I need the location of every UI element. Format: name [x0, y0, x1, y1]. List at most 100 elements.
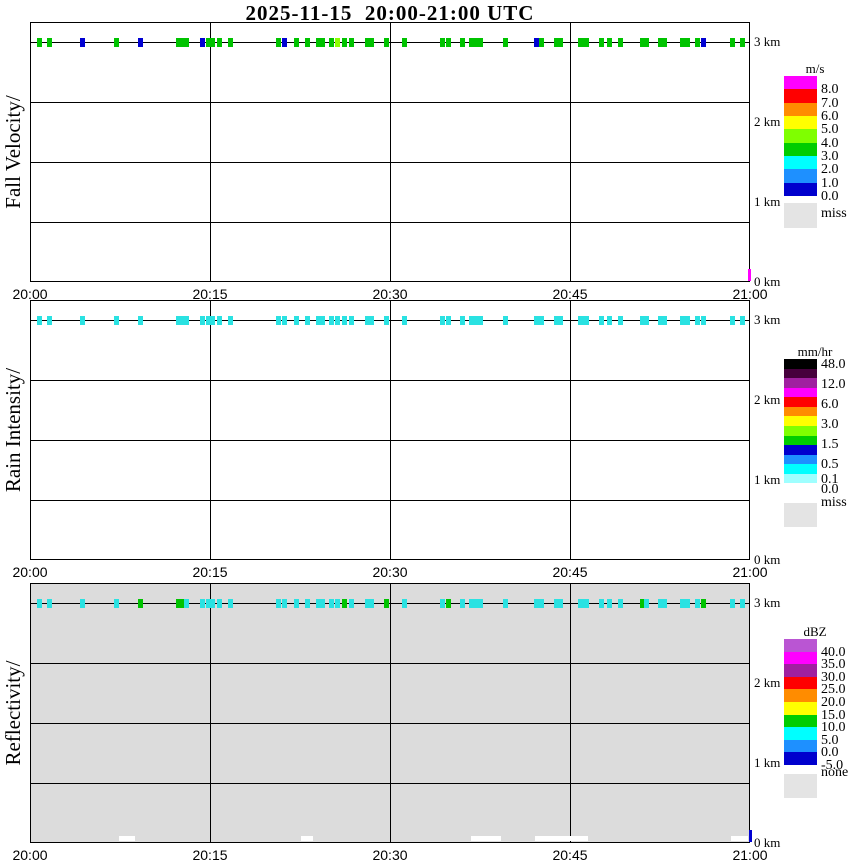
- data-mark: [335, 599, 340, 608]
- data-mark: [554, 38, 563, 47]
- colorbar-extra-band: [784, 503, 817, 527]
- data-mark: [584, 599, 589, 608]
- colorbar-band: [784, 702, 817, 716]
- data-mark: [460, 316, 465, 325]
- data-mark: [335, 38, 340, 47]
- x-tick-label: 20:45: [552, 564, 588, 580]
- data-mark: [114, 316, 119, 325]
- data-mark: [618, 599, 623, 608]
- colorbar-band: [784, 727, 817, 741]
- colorbar-band: [784, 89, 817, 104]
- x-tick-label: 20:30: [372, 564, 408, 580]
- gridline-time: [570, 584, 571, 842]
- data-mark: [440, 38, 445, 47]
- corner-mark: [748, 269, 751, 281]
- data-mark: [607, 599, 612, 608]
- colorbar-band: [784, 651, 817, 665]
- data-mark: [305, 38, 310, 47]
- data-mark: [599, 599, 604, 608]
- colorbar-band: [784, 689, 817, 703]
- gridline-time: [210, 584, 211, 842]
- data-mark: [685, 38, 690, 47]
- data-mark: [662, 316, 667, 325]
- colorbar-band: [784, 454, 817, 465]
- data-mark: [282, 38, 287, 47]
- colorbar-extra-label: none: [821, 765, 849, 780]
- surface-mark: [535, 836, 588, 841]
- data-mark: [730, 316, 735, 325]
- colorbar-band: [784, 739, 817, 753]
- data-mark: [662, 38, 667, 47]
- gridline-time: [570, 23, 571, 281]
- colorbar-band: [784, 76, 817, 90]
- data-mark: [138, 599, 143, 608]
- colorbar-band: [784, 169, 817, 184]
- data-mark: [294, 599, 299, 608]
- gridline-time: [210, 301, 211, 559]
- data-mark: [554, 599, 563, 608]
- data-mark: [695, 599, 700, 608]
- data-mark: [478, 599, 483, 608]
- colorbar-tick-label: 48.0: [821, 357, 846, 372]
- panel-reflectivity: [30, 583, 752, 843]
- data-mark: [644, 316, 649, 325]
- data-mark: [607, 316, 612, 325]
- colorbar-band: [784, 676, 817, 690]
- data-mark: [384, 316, 389, 325]
- data-mark: [329, 38, 334, 47]
- data-mark: [584, 38, 589, 47]
- data-mark: [276, 599, 281, 608]
- data-mark: [228, 316, 233, 325]
- colorbar-extra-label: miss: [821, 206, 847, 221]
- data-mark: [228, 599, 233, 608]
- corner-mark: [749, 830, 752, 842]
- data-mark: [138, 38, 143, 47]
- surface-mark: [731, 836, 748, 841]
- data-mark: [402, 599, 407, 608]
- data-mark: [276, 316, 281, 325]
- data-mark: [320, 599, 325, 608]
- data-mark: [320, 316, 325, 325]
- height-label: 2 km: [754, 675, 781, 690]
- data-mark: [349, 38, 354, 47]
- data-mark: [37, 599, 42, 608]
- colorbar-tick-label: 0.5: [821, 457, 839, 472]
- data-mark: [701, 599, 706, 608]
- colorbar-band: [784, 156, 817, 170]
- data-mark: [342, 38, 347, 47]
- gridline-time: [390, 584, 391, 842]
- colorbar-band: [784, 378, 817, 389]
- data-mark: [335, 316, 340, 325]
- colorbar-band: [784, 142, 817, 157]
- data-mark: [80, 316, 85, 325]
- surface-mark: [471, 836, 501, 841]
- data-mark: [695, 38, 700, 47]
- data-mark: [685, 316, 690, 325]
- data-mark: [294, 38, 299, 47]
- data-mark: [80, 38, 85, 47]
- data-mark: [320, 38, 325, 47]
- height-label: 2 km: [754, 114, 781, 129]
- colorbar-extra-band: [784, 774, 817, 798]
- colorbar-tick-label: 1.5: [821, 437, 839, 452]
- colorbar-band: [784, 416, 817, 427]
- data-mark: [730, 38, 735, 47]
- colorbar-band: [784, 473, 817, 484]
- data-mark: [607, 38, 612, 47]
- gridline-time: [570, 301, 571, 559]
- x-tick-label: 20:00: [12, 847, 48, 863]
- data-mark: [114, 38, 119, 47]
- x-tick-label: 20:30: [372, 847, 408, 863]
- data-mark: [349, 316, 354, 325]
- colorbar-band: [784, 464, 817, 475]
- data-mark: [384, 599, 389, 608]
- data-mark: [503, 38, 508, 47]
- colorbar-band: [784, 359, 817, 370]
- data-mark: [80, 599, 85, 608]
- data-mark: [228, 38, 233, 47]
- x-tick-label: 21:00: [732, 847, 768, 863]
- data-mark: [305, 599, 310, 608]
- data-mark: [365, 38, 374, 47]
- data-mark: [599, 316, 604, 325]
- data-mark: [184, 316, 189, 325]
